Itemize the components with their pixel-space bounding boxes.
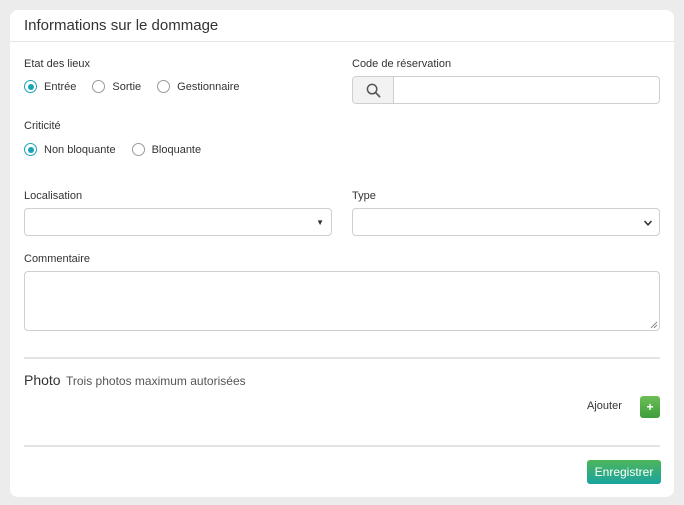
footer-divider (24, 445, 660, 447)
add-photo-label: Ajouter (587, 400, 622, 412)
resize-grip-icon[interactable] (650, 321, 658, 329)
caret-down-icon: ▼ (316, 218, 324, 227)
etat-radio-sortie[interactable]: Sortie (92, 80, 141, 93)
radio-label: Entrée (44, 80, 77, 93)
radio-label: Gestionnaire (177, 80, 240, 93)
photo-hint: Trois photos maximum autorisées (66, 374, 246, 388)
etat-radio-group: Entrée Sortie Gestionnaire (24, 80, 256, 93)
criticite-label: Criticité (24, 120, 61, 132)
search-addon[interactable] (353, 77, 394, 103)
radio-unchecked-icon[interactable] (157, 80, 171, 93)
radio-checked-icon[interactable] (24, 143, 37, 156)
etat-radio-gestionnaire[interactable]: Gestionnaire (157, 80, 240, 93)
etat-radio-entree[interactable]: Entrée (24, 80, 76, 93)
criticite-radio-group: Non bloquante Bloquante (24, 143, 217, 156)
commentaire-label: Commentaire (24, 253, 91, 265)
photo-title: Photo (24, 372, 61, 388)
type-select[interactable] (352, 208, 660, 236)
criticite-radio-bloquante[interactable]: Bloquante (131, 143, 202, 156)
radio-checked-icon[interactable] (24, 80, 37, 93)
localisation-select[interactable]: ▼ (24, 208, 332, 236)
reservation-label: Code de réservation (352, 58, 452, 70)
title-divider (10, 41, 674, 42)
radio-label: Non bloquante (44, 143, 116, 156)
localisation-label: Localisation (24, 190, 83, 202)
etat-label: Etat des lieux (24, 58, 91, 70)
radio-unchecked-icon[interactable] (131, 143, 145, 156)
section-divider (24, 357, 660, 359)
radio-unchecked-icon[interactable] (92, 80, 106, 93)
commentaire-textarea[interactable] (24, 271, 660, 331)
reservation-search-group (352, 76, 660, 104)
damage-info-card: Informations sur le dommage Etat des lie… (10, 10, 674, 497)
criticite-radio-non-bloquante[interactable]: Non bloquante (24, 143, 116, 156)
add-photo-button[interactable]: + (640, 396, 660, 418)
type-label: Type (352, 190, 376, 202)
search-icon (366, 83, 380, 97)
save-button[interactable]: Enregistrer (587, 460, 661, 484)
chevron-down-icon (643, 220, 653, 226)
reservation-code-input[interactable] (394, 77, 659, 103)
radio-label: Sortie (112, 80, 142, 93)
radio-label: Bloquante (151, 143, 202, 156)
card-title: Informations sur le dommage (24, 17, 219, 34)
